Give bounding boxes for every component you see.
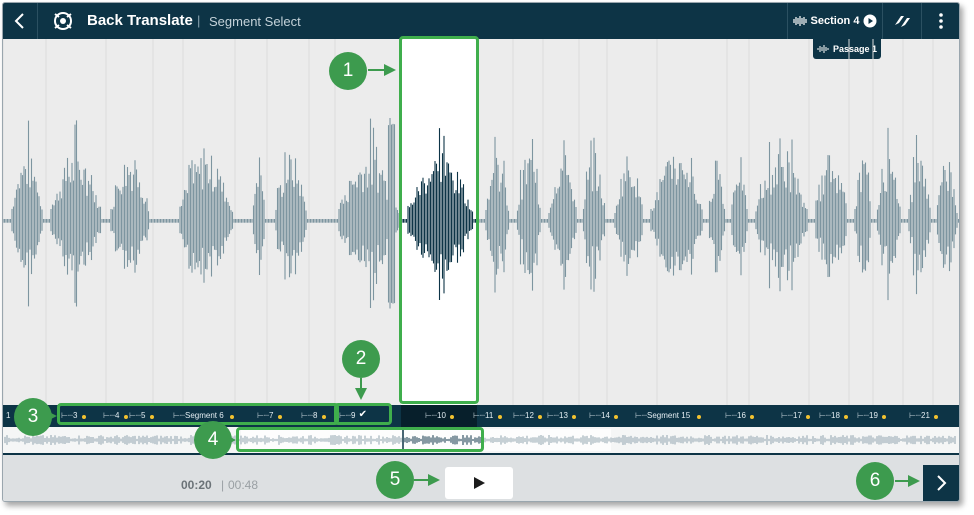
chevron-right-icon: [937, 475, 947, 491]
segment-label[interactable]: 12: [525, 411, 534, 420]
sync-icon: [895, 16, 910, 27]
kebab-menu-icon: [939, 13, 943, 29]
more-menu-button[interactable]: [923, 3, 959, 39]
segment-status-dot: [934, 415, 939, 419]
segment-marker: ⊢┈: [781, 411, 793, 420]
play-circle-icon: [863, 14, 877, 28]
segment-label[interactable]: 11: [485, 411, 493, 420]
callout-6: 6: [856, 462, 894, 500]
callout-2: 2: [342, 340, 380, 378]
next-button[interactable]: [923, 465, 959, 501]
segment-status-dot: [614, 415, 619, 419]
app-title: Back Translate: [87, 12, 193, 29]
highlight-box-3: [57, 403, 339, 425]
chevron-left-icon: [14, 13, 24, 29]
segment-marker: ⊢┈: [513, 411, 525, 420]
highlight-box-1: [399, 36, 479, 404]
segment-marker: ⊢┈: [725, 411, 737, 420]
main-waveform[interactable]: [3, 39, 959, 405]
segment-label[interactable]: 14: [601, 411, 610, 420]
highlight-box-2: [334, 403, 392, 425]
segment-label[interactable]: 17: [793, 411, 802, 420]
callout-1: 1: [329, 52, 367, 90]
highlight-box-4: [236, 427, 484, 452]
segment-marker: ⊢┈: [819, 411, 831, 420]
segment-marker: ⊢┈: [473, 411, 485, 420]
back-button[interactable]: [3, 3, 38, 39]
segment-status-dot: [806, 415, 811, 419]
segment-marker: ⊢┈: [857, 411, 869, 420]
segment-status-dot: [572, 415, 577, 419]
play-icon: [474, 477, 485, 489]
segment-status-dot: [882, 415, 887, 419]
segment-status-dot: [538, 415, 543, 419]
segment-status-dot: [750, 415, 755, 419]
current-time: 00:20: [181, 478, 212, 492]
play-button[interactable]: [445, 467, 513, 499]
segment-marker: ⊢┈: [425, 411, 437, 420]
segment-label[interactable]: Segment 15: [647, 411, 690, 420]
segment-label[interactable]: 19: [869, 411, 878, 420]
segment-label[interactable]: 13: [559, 411, 568, 420]
section-label: Section 4: [810, 15, 860, 27]
segment-status-dot: [697, 415, 701, 419]
bottom-bar: 00:20 | 00:48: [3, 455, 959, 501]
callout-5: 5: [376, 461, 414, 499]
segment-marker: ⊢┈: [589, 411, 601, 420]
segment-marker: ⊢┈: [635, 411, 647, 420]
segment-status-dot: [498, 415, 503, 419]
segment-label[interactable]: 16: [737, 411, 746, 420]
segment-label[interactable]: 10: [437, 411, 446, 420]
sync-button[interactable]: [883, 3, 922, 39]
segment-marker: ⊢┈: [547, 411, 559, 420]
segment-label[interactable]: 1: [6, 411, 10, 420]
time-separator: |: [221, 478, 225, 492]
waveform-icon: [792, 16, 807, 26]
top-bar: Back Translate | Segment Select Section …: [3, 3, 959, 39]
title-separator: |: [197, 13, 201, 28]
section-button[interactable]: Section 4: [787, 3, 883, 39]
callout-3: 3: [14, 398, 52, 436]
app-logo-icon: [54, 12, 72, 30]
callout-4: 4: [194, 421, 232, 459]
segment-label[interactable]: 21: [921, 411, 930, 420]
page-subtitle: Segment Select: [209, 14, 301, 29]
segment-marker: ⊢┈: [909, 411, 921, 420]
total-time: 00:48: [228, 478, 259, 492]
segment-label[interactable]: 18: [831, 411, 840, 420]
segment-status-dot: [844, 415, 849, 419]
